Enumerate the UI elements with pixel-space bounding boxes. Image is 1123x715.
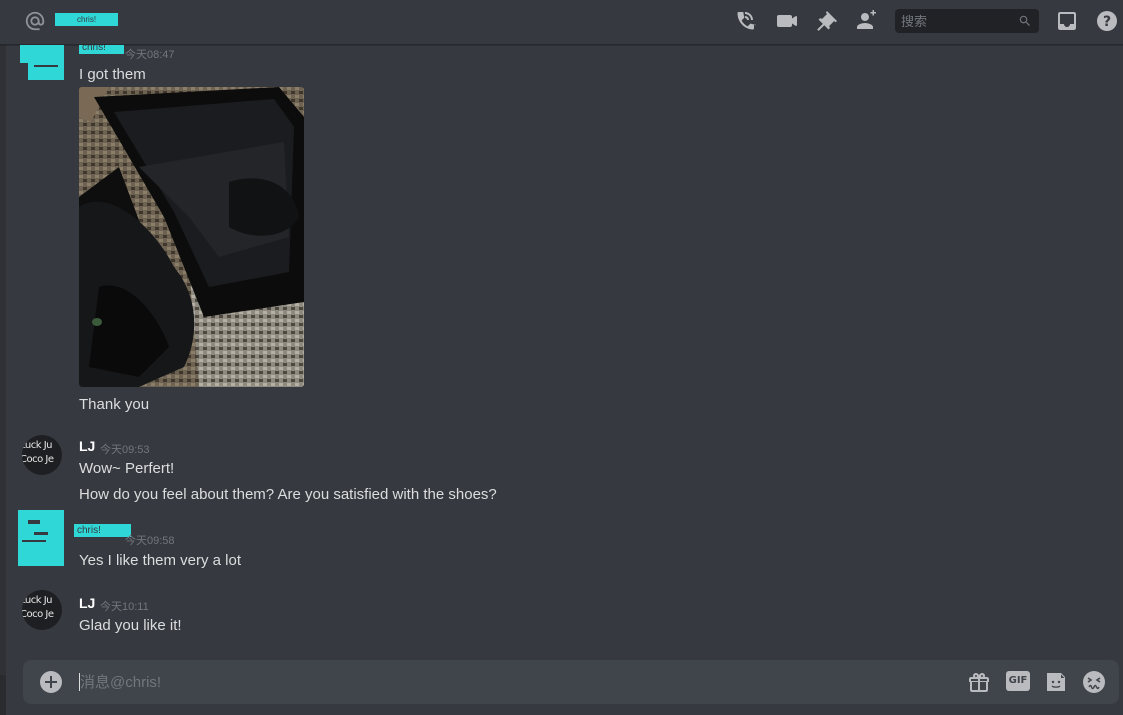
pin-icon[interactable] <box>815 9 839 33</box>
username[interactable]: LJ <box>79 438 95 454</box>
search-icon <box>1019 15 1030 26</box>
gif-icon[interactable]: GIF <box>1006 671 1030 691</box>
avatar[interactable]: Luck Ju Coco Je <box>22 435 62 475</box>
timestamp: 今天09:58 <box>125 535 175 547</box>
avatar-text: Luck Ju <box>22 595 53 606</box>
username[interactable]: LJ <box>79 595 95 611</box>
avatar[interactable]: Luck Ju Coco Je <box>22 590 62 630</box>
gift-icon[interactable] <box>967 670 991 694</box>
emoji-icon[interactable] <box>1082 670 1106 694</box>
message-text: I got them <box>79 66 146 83</box>
message-text: Yes I like them very a lot <box>79 552 242 569</box>
message-text: Thank you <box>79 396 150 413</box>
message-list: chris! 今天08:47 I got them Thank you Luck… <box>0 45 1123 655</box>
channel-header: chris! ? <box>0 0 1123 45</box>
message-group: Luck Ju Coco Je LJ 今天10:11 Glad you like… <box>0 590 1123 650</box>
timestamp: 今天09:53 <box>100 444 150 456</box>
avatar-text: Coco Je <box>22 454 54 465</box>
timestamp: 今天08:47 <box>125 49 175 61</box>
at-icon <box>25 11 45 31</box>
message-text: How do you feel about them? Are you sati… <box>79 486 497 503</box>
svg-text:?: ? <box>1103 14 1111 30</box>
avatar[interactable] <box>20 45 64 80</box>
avatar-text: Coco Je <box>22 609 54 620</box>
image-attachment[interactable] <box>79 87 304 387</box>
add-attachment-icon[interactable] <box>39 670 63 694</box>
voice-call-icon[interactable] <box>734 9 758 33</box>
avatar-text: Luck Ju <box>22 440 53 451</box>
avatar[interactable] <box>18 510 64 566</box>
message-input[interactable] <box>79 660 939 704</box>
message-group: Luck Ju Coco Je LJ 今天09:53 Wow~ Perfert!… <box>0 435 1123 515</box>
username[interactable]: chris! <box>79 45 124 54</box>
left-edge-bottom <box>0 675 6 715</box>
sticker-icon[interactable] <box>1044 670 1068 694</box>
inbox-icon[interactable] <box>1055 9 1079 33</box>
timestamp: 今天10:11 <box>100 601 149 613</box>
shoes-photo <box>79 87 304 387</box>
username[interactable]: chris! <box>74 524 131 537</box>
video-call-icon[interactable] <box>775 9 799 33</box>
chat-window: chris! ? <box>0 0 1123 715</box>
message-text: Wow~ Perfert! <box>79 460 175 477</box>
help-icon[interactable]: ? <box>1095 9 1119 33</box>
add-friend-icon[interactable] <box>855 9 879 33</box>
message-text: Glad you like it! <box>79 617 182 634</box>
message-group: chris! 今天08:47 I got them Thank you <box>0 45 1123 420</box>
message-group: chris! 今天09:58 Yes I like them very a lo… <box>0 510 1123 580</box>
channel-name: chris! <box>55 13 118 26</box>
search-box[interactable] <box>895 9 1039 33</box>
message-composer: GIF <box>23 660 1119 704</box>
